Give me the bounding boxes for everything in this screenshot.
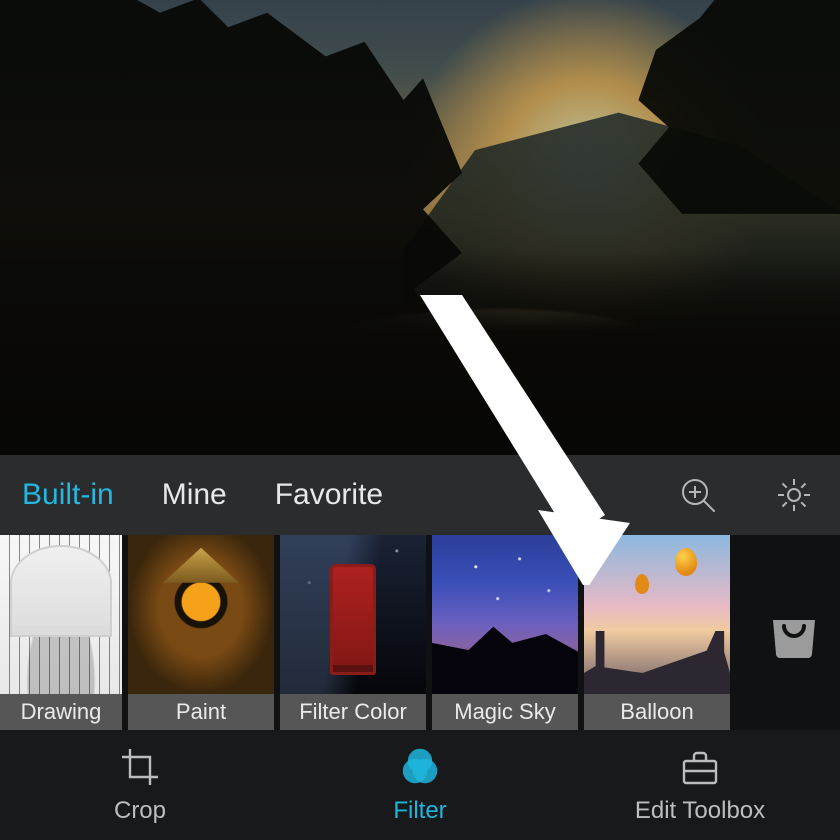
filter-icon [398, 745, 442, 789]
zoom-in-button[interactable] [674, 471, 722, 519]
tab-mine[interactable]: Mine [162, 478, 227, 512]
filter-thumb-paint[interactable]: Paint [128, 535, 274, 730]
nav-label: Filter [393, 797, 446, 825]
filter-thumb-drawing[interactable]: Drawing [0, 535, 122, 730]
thumb-label: Drawing [0, 694, 122, 730]
bottom-nav: Crop Filter Edit Toolbox [0, 730, 840, 840]
preview-dim-overlay [0, 0, 840, 455]
nav-filter[interactable]: Filter [320, 745, 520, 825]
nav-crop[interactable]: Crop [40, 745, 240, 825]
thumb-label: Balloon [584, 694, 730, 730]
thumb-label: Paint [128, 694, 274, 730]
thumb-image [128, 535, 274, 694]
filter-thumb-magic-sky[interactable]: Magic Sky [432, 535, 578, 730]
gear-icon [774, 475, 814, 515]
filter-store-button[interactable] [748, 535, 840, 730]
image-preview[interactable] [0, 0, 840, 455]
thumb-image [0, 535, 122, 694]
settings-button[interactable] [770, 471, 818, 519]
filter-thumb-filter-color[interactable]: Filter Color [280, 535, 426, 730]
nav-edit-toolbox[interactable]: Edit Toolbox [600, 745, 800, 825]
filter-strip[interactable]: Drawing Paint Filter Color Magic Sky Bal… [0, 535, 840, 730]
filter-thumb-balloon[interactable]: Balloon [584, 535, 730, 730]
toolbox-icon [678, 745, 722, 789]
filter-category-bar: Built-in Mine Favorite [0, 455, 840, 535]
nav-label: Crop [114, 797, 166, 825]
nav-label: Edit Toolbox [635, 797, 765, 825]
tab-favorite[interactable]: Favorite [275, 478, 383, 512]
thumb-label: Filter Color [280, 694, 426, 730]
tab-built-in[interactable]: Built-in [22, 478, 114, 512]
photo-editor-screen: Built-in Mine Favorite Drawing Pa [0, 0, 840, 840]
thumb-image [584, 535, 730, 694]
filter-thumbnails[interactable]: Drawing Paint Filter Color Magic Sky Bal… [0, 535, 748, 730]
magnify-plus-icon [678, 475, 718, 515]
thumb-image [432, 535, 578, 694]
shopping-bag-icon [767, 606, 821, 660]
crop-icon [118, 745, 162, 789]
thumb-image [280, 535, 426, 694]
thumb-label: Magic Sky [432, 694, 578, 730]
